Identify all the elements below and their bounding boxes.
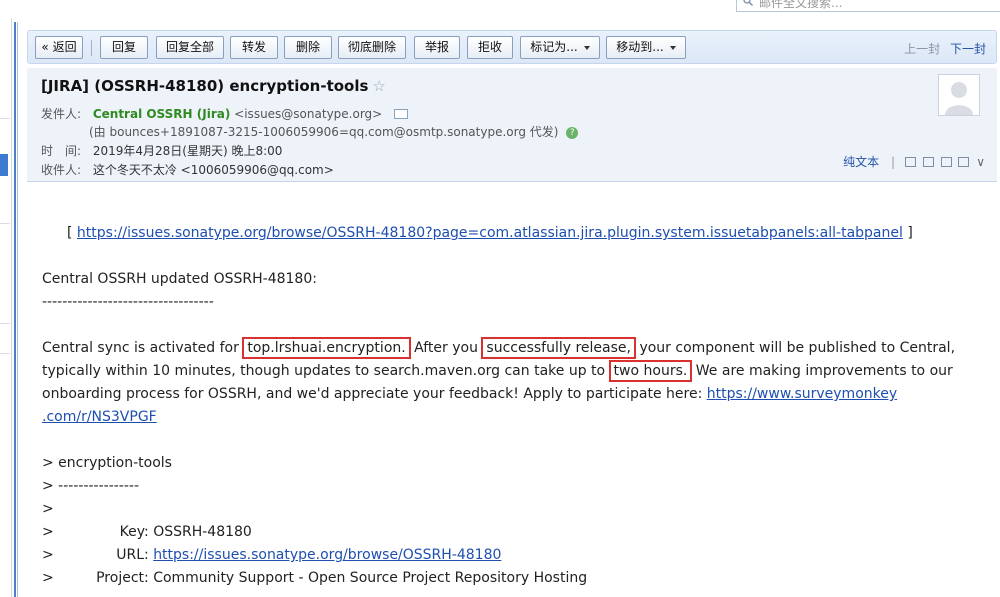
quote-line-title: > encryption-tools bbox=[42, 455, 172, 471]
mail-header: [JIRA] (OSSRH-48180) encryption-tools ☆ 发… bbox=[27, 68, 997, 182]
prev-next-nav: 上一封 下一封 bbox=[904, 40, 986, 57]
bracket-open: [ bbox=[67, 225, 73, 241]
move-to-dropdown[interactable]: 移动到... bbox=[606, 36, 686, 59]
time-value: 2019年4月28日(星期天) 晚上8:00 bbox=[92, 144, 283, 158]
subject-text: [JIRA] (OSSRH-48180) encryption-tools bbox=[41, 77, 369, 95]
top-strip: 邮件全文搜索... bbox=[0, 0, 1000, 18]
p1-text-a: Central sync is activated for bbox=[42, 340, 244, 356]
report-button[interactable]: 举报 bbox=[414, 36, 460, 59]
quote-line-empty: > bbox=[42, 501, 54, 517]
bracket-close: ] bbox=[907, 225, 913, 241]
quote-line-key: > Key: OSSRH-48180 bbox=[42, 521, 252, 544]
new-window-icon[interactable] bbox=[904, 157, 916, 167]
permanent-delete-button[interactable]: 彻底删除 bbox=[338, 36, 406, 59]
paragraph-line-2: typically within 10 minutes, though upda… bbox=[42, 360, 953, 383]
p1-text-c: your component will be published to Cent… bbox=[635, 340, 956, 356]
move-to-label: 移动到... bbox=[616, 40, 664, 54]
issue-tab-link[interactable]: https://issues.sonatype.org/browse/OSSRH… bbox=[77, 225, 903, 241]
quote-prefix: > bbox=[42, 547, 54, 563]
prev-mail-link[interactable]: 上一封 bbox=[904, 42, 940, 56]
highlight-box-group: top.lrshuai.encryption. bbox=[242, 337, 411, 359]
quote-line-project: > Project: Community Support - Open Sourc… bbox=[42, 567, 587, 590]
expand-icon[interactable]: ∨ bbox=[976, 155, 985, 169]
left-folder-pane bbox=[0, 18, 12, 597]
left-divider bbox=[0, 353, 10, 354]
contact-card-icon[interactable] bbox=[394, 109, 409, 119]
highlight-box-hours: two hours. bbox=[608, 360, 693, 382]
search-icon bbox=[743, 0, 753, 6]
left-divider bbox=[0, 323, 10, 324]
to-label: 收件人: bbox=[41, 163, 82, 177]
header-tools: 纯文本 | ∨ bbox=[843, 153, 985, 170]
p2-text-b: We are making improvements to our bbox=[691, 363, 953, 379]
issue-link-line: [ https://issues.sonatype.org/browse/OSS… bbox=[67, 222, 913, 245]
project-label: Project: bbox=[96, 570, 149, 586]
key-label: Key: bbox=[119, 524, 149, 540]
p1-text-b: After you bbox=[409, 340, 483, 356]
highlight-box-release: successfully release, bbox=[481, 337, 636, 359]
quote-prefix: > bbox=[42, 524, 54, 540]
delete-button[interactable]: 删除 bbox=[284, 36, 332, 59]
main-frame-border-inner bbox=[17, 22, 18, 597]
p3-text-a: onboarding process for OSSRH, and we'd a… bbox=[42, 386, 707, 402]
from-label: 发件人: bbox=[41, 107, 82, 121]
key-value: OSSRH-48180 bbox=[153, 524, 252, 540]
mail-search-input[interactable]: 邮件全文搜索... bbox=[736, 0, 1000, 12]
quote-line-divider: > ---------------- bbox=[42, 478, 140, 494]
reject-button[interactable]: 拒收 bbox=[467, 36, 513, 59]
via-text: (由 bounces+1891087-3215-1006059906=qq.co… bbox=[89, 125, 559, 139]
toolbar-separator bbox=[91, 40, 92, 56]
attachment-icon[interactable] bbox=[940, 157, 952, 167]
paragraph-line-4: .com/r/NS3VPGF bbox=[42, 406, 157, 429]
quote-prefix: > bbox=[42, 570, 54, 586]
help-icon[interactable]: ? bbox=[566, 127, 579, 139]
mark-as-dropdown[interactable]: 标记为... bbox=[520, 36, 600, 59]
recipient-row: 收件人: 这个冬天不太冷 <1006059906@qq.com> bbox=[41, 161, 334, 178]
avatar-placeholder-icon bbox=[945, 82, 973, 115]
chevron-down-icon bbox=[583, 45, 590, 50]
next-mail-link[interactable]: 下一封 bbox=[950, 42, 986, 56]
project-value: Community Support - Open Source Project … bbox=[153, 570, 588, 586]
forward-button[interactable]: 转发 bbox=[230, 36, 278, 59]
main-frame-border bbox=[14, 22, 16, 597]
plain-text-link[interactable]: 纯文本 bbox=[843, 155, 879, 169]
chevron-down-icon bbox=[669, 45, 676, 50]
sender-name[interactable]: Central OSSRH (Jira) bbox=[93, 107, 231, 121]
print-icon[interactable] bbox=[958, 157, 970, 167]
sender-row: 发件人: Central OSSRH (Jira) <issues@sonaty… bbox=[41, 105, 409, 122]
p2-text-a: typically within 10 minutes, though upda… bbox=[42, 363, 610, 379]
updated-line: Central OSSRH updated OSSRH-48180: bbox=[42, 271, 317, 287]
survey-link-part1[interactable]: https://www.surveymonkey bbox=[707, 386, 897, 402]
mark-as-label: 标记为... bbox=[530, 40, 578, 54]
time-row: 时 间: 2019年4月28日(星期天) 晚上8:00 bbox=[41, 142, 282, 159]
note-icon[interactable] bbox=[922, 157, 934, 167]
paragraph-line-1: Central sync is activated for top.lrshua… bbox=[42, 337, 955, 360]
url-label: URL: bbox=[116, 547, 149, 563]
paragraph-line-3: onboarding process for OSSRH, and we'd a… bbox=[42, 383, 897, 406]
mail-subject: [JIRA] (OSSRH-48180) encryption-tools ☆ bbox=[41, 77, 386, 95]
time-label: 时 间: bbox=[41, 144, 82, 158]
issue-url-link[interactable]: https://issues.sonatype.org/browse/OSSRH… bbox=[153, 547, 501, 563]
back-button[interactable]: « 返回 bbox=[35, 36, 83, 59]
to-value: 这个冬天不太冷 <1006059906@qq.com> bbox=[92, 163, 334, 177]
sender-email: <issues@sonatype.org> bbox=[234, 107, 383, 121]
search-placeholder: 邮件全文搜索... bbox=[759, 0, 843, 10]
mail-toolbar: « 返回 回复 回复全部 转发 删除 彻底删除 举报 拒收 标记为... 移动到… bbox=[27, 30, 997, 64]
left-divider bbox=[0, 223, 10, 224]
reply-all-button[interactable]: 回复全部 bbox=[156, 36, 224, 59]
left-selected-folder[interactable] bbox=[0, 154, 8, 176]
quote-line-url: > URL: https://issues.sonatype.org/browse… bbox=[42, 544, 501, 567]
sender-avatar bbox=[938, 74, 980, 116]
survey-link-part2[interactable]: .com/r/NS3VPGF bbox=[42, 409, 157, 425]
divider-line: ---------------------------------- bbox=[42, 294, 214, 310]
star-icon[interactable]: ☆ bbox=[372, 77, 385, 95]
reply-button[interactable]: 回复 bbox=[100, 36, 148, 59]
tool-separator: | bbox=[891, 155, 896, 169]
via-row: (由 bounces+1891087-3215-1006059906=qq.co… bbox=[89, 123, 579, 140]
left-divider bbox=[0, 118, 10, 119]
